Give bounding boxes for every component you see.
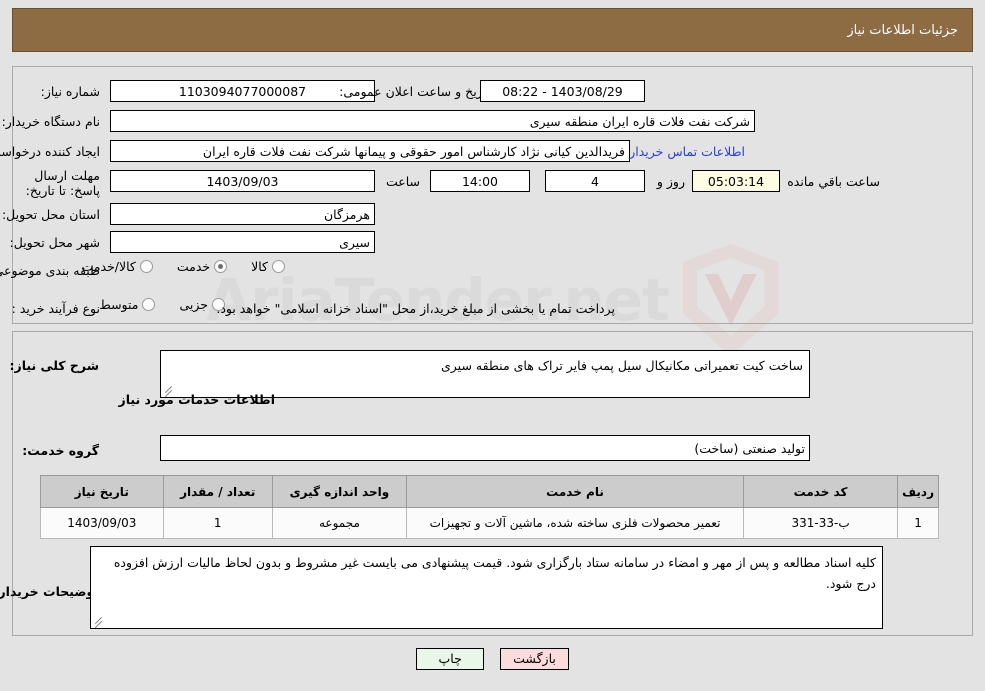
delivery-city-value[interactable]: سیری bbox=[110, 231, 375, 253]
classification-radio-icon[interactable] bbox=[214, 260, 228, 273]
back-button[interactable]: بازگشت bbox=[500, 648, 569, 670]
announce-datetime-value[interactable]: 08:22 - 1403/08/29 bbox=[480, 80, 645, 102]
purchase-process-radio-icon[interactable] bbox=[142, 298, 156, 311]
deadline-date-value[interactable]: 1403/09/03 bbox=[110, 170, 375, 192]
requester-value[interactable]: فریدالدین کیانی نژاد کارشناس امور حقوقی … bbox=[110, 140, 630, 162]
announce-datetime-label: تاریخ و ساعت اعلان عمومی: bbox=[339, 84, 490, 99]
cell-service-code: ب-33-331 bbox=[743, 507, 899, 539]
classification-option-label: خدمت bbox=[176, 259, 211, 274]
delivery-city-label: شهر محل تحویل: bbox=[9, 235, 100, 250]
days-label: روز و bbox=[656, 174, 685, 189]
services-table: ردیف کد خدمت نام خدمت واحد اندازه گیری ت… bbox=[40, 475, 939, 539]
column-header-quantity: تعداد / مقدار bbox=[162, 475, 273, 508]
deadline-time-value[interactable]: 14:00 bbox=[430, 170, 530, 192]
classification-option-label: کالا bbox=[251, 259, 268, 274]
purchase-process-option-label: متوسط bbox=[99, 297, 139, 312]
requester-label: ایجاد کننده درخواست: bbox=[0, 144, 100, 159]
cell-row-no: 1 bbox=[897, 507, 939, 539]
table-row[interactable]: 1 ب-33-331 تعمیر محصولات فلزی ساخته شده،… bbox=[40, 507, 939, 539]
classification-option-2[interactable]: کالا/خدمت bbox=[81, 259, 153, 274]
need-number-label: شماره نیاز: bbox=[40, 84, 100, 99]
general-description-label: شرح کلی نیاز: bbox=[9, 358, 99, 373]
summary-panel bbox=[12, 66, 973, 324]
remaining-hours-label: ساعت باقي مانده bbox=[787, 174, 880, 189]
classification-option-1[interactable]: خدمت bbox=[176, 259, 228, 274]
delivery-province-label: استان محل تحویل: bbox=[1, 207, 100, 222]
deadline-label: مهلت ارسال پاسخ: تا تاریخ: bbox=[25, 168, 100, 198]
buyer-organization-value[interactable]: شرکت نفت فلات قاره ایران منطقه سیری bbox=[110, 110, 755, 132]
page-title: جزئیات اطلاعات نیاز bbox=[847, 22, 958, 38]
delivery-province-value[interactable]: هرمزگان bbox=[110, 203, 375, 225]
classification-radio-icon[interactable] bbox=[139, 260, 153, 273]
service-group-label: گروه خدمت: bbox=[22, 443, 99, 458]
cell-unit: مجموعه bbox=[271, 507, 407, 539]
purchase-process-radio-group[interactable]: جزیی متوسط bbox=[81, 297, 225, 312]
footer-actions: بازگشت چاپ bbox=[0, 648, 985, 670]
purchase-process-option-label: جزیی bbox=[179, 297, 208, 312]
services-section-title: اطلاعات خدمات مورد نیاز bbox=[118, 392, 276, 407]
buyer-notes-textarea[interactable]: کلیه اسناد مطالعه و پس از مهر و امضاء در… bbox=[90, 546, 883, 629]
buyer-contact-link[interactable]: اطلاعات تماس خریدار bbox=[629, 144, 745, 159]
classification-option-label: کالا/خدمت bbox=[81, 259, 136, 274]
column-header-code: کد خدمت bbox=[743, 475, 899, 508]
cell-quantity: 1 bbox=[162, 507, 273, 539]
buyer-notes-value: کلیه اسناد مطالعه و پس از مهر و امضاء در… bbox=[113, 555, 876, 591]
buyer-organization-label: نام دستگاه خریدار: bbox=[1, 114, 100, 129]
classification-option-0[interactable]: کالا bbox=[251, 259, 285, 274]
page-header: جزئیات اطلاعات نیاز bbox=[12, 8, 973, 52]
classification-radio-group[interactable]: کالا خدمت کالا/خدمت bbox=[63, 259, 285, 274]
classification-radio-icon[interactable] bbox=[272, 260, 285, 273]
resize-grip-icon[interactable] bbox=[93, 615, 105, 627]
column-header-name: نام خدمت bbox=[405, 475, 745, 508]
need-number-value[interactable]: 1103094077000087 bbox=[110, 80, 375, 102]
column-header-date: تاریخ نیاز bbox=[40, 475, 164, 508]
remaining-days-value[interactable]: 4 bbox=[545, 170, 645, 192]
table-header-row: ردیف کد خدمت نام خدمت واحد اندازه گیری ت… bbox=[40, 475, 939, 508]
general-description-textarea[interactable]: ساخت کیت تعمیراتی مکانیکال سیل پمپ فایر … bbox=[160, 350, 810, 398]
service-group-value[interactable]: تولید صنعتی (ساخت) bbox=[160, 435, 810, 461]
cell-need-date: 1403/09/03 bbox=[40, 507, 164, 539]
purchase-process-note: پرداخت تمام یا بخشی از مبلغ خرید،از محل … bbox=[216, 301, 615, 316]
cell-service-name: تعمیر محصولات فلزی ساخته شده، ماشین آلات… bbox=[405, 507, 745, 539]
countdown-timer-value: 05:03:14 bbox=[692, 170, 780, 192]
purchase-process-option-1[interactable]: متوسط bbox=[99, 297, 156, 312]
buyer-notes-label: توضیحات خریدار: bbox=[0, 584, 99, 599]
column-header-unit: واحد اندازه گیری bbox=[271, 475, 407, 508]
column-header-row-no: ردیف bbox=[897, 475, 939, 508]
hour-label: ساعت bbox=[385, 174, 420, 189]
general-description-value: ساخت کیت تعمیراتی مکانیکال سیل پمپ فایر … bbox=[441, 358, 803, 373]
print-button[interactable]: چاپ bbox=[416, 648, 485, 670]
